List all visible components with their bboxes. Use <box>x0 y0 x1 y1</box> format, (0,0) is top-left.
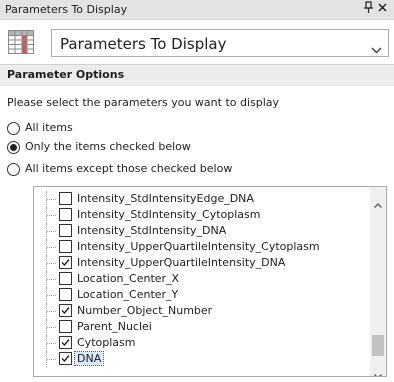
chevron-down-icon[interactable] <box>371 39 382 58</box>
list-item[interactable]: Intensity_UpperQuartileIntensity_Cytopla… <box>34 239 370 255</box>
radio-label: All items <box>25 121 73 134</box>
pin-icon[interactable] <box>363 1 374 15</box>
tree-connector <box>46 207 59 223</box>
item-label: Location_Center_Y <box>77 288 179 301</box>
parameter-list[interactable]: Intensity_StdIntensityEdge_DNA Intensity… <box>33 186 387 377</box>
section-title: Parameter Options <box>7 68 125 81</box>
list-item[interactable]: Location_Center_Y <box>34 287 370 303</box>
scroll-up-icon[interactable] <box>374 193 382 212</box>
checkbox[interactable] <box>59 240 72 253</box>
close-icon[interactable] <box>377 1 388 15</box>
list-item[interactable]: Number_Object_Number <box>34 303 370 319</box>
tree-connector <box>46 271 59 287</box>
list-item[interactable]: Location_Center_X <box>34 271 370 287</box>
checkbox[interactable] <box>59 352 72 365</box>
tree-connector <box>46 255 59 271</box>
list-item[interactable]: Parent_Nuclei <box>34 319 370 335</box>
item-label: DNA <box>73 351 105 366</box>
item-label: Parent_Nuclei <box>77 320 152 333</box>
item-label: Intensity_UpperQuartileIntensity_DNA <box>77 256 286 269</box>
check-icon <box>61 339 70 347</box>
list-item[interactable]: Intensity_UpperQuartileIntensity_DNA <box>34 255 370 271</box>
checkbox[interactable] <box>59 336 72 349</box>
grid-icon <box>8 30 34 54</box>
list-item-selected[interactable]: DNA <box>34 351 370 367</box>
tree-connector <box>46 287 59 303</box>
vertical-scrollbar[interactable] <box>370 187 386 376</box>
item-label: Location_Center_X <box>77 272 180 285</box>
radio-label: All items except those checked below <box>25 162 233 175</box>
instruction-text: Please select the parameters you want to… <box>7 96 280 109</box>
radio-circle[interactable] <box>7 141 20 154</box>
scroll-thumb[interactable] <box>372 335 384 356</box>
item-label: Intensity_StdIntensity_DNA <box>77 224 227 237</box>
checkbox[interactable] <box>59 192 72 205</box>
radio-circle[interactable] <box>7 122 20 135</box>
checkbox[interactable] <box>59 288 72 301</box>
tree-connector <box>46 303 59 319</box>
title-bar: Parameters To Display <box>0 0 394 20</box>
dropdown-value: Parameters To Display <box>60 35 227 53</box>
tree-connector <box>46 351 59 367</box>
checkbox[interactable] <box>59 224 72 237</box>
list-item[interactable]: Intensity_StdIntensityEdge_DNA <box>34 191 370 207</box>
tree-connector <box>46 335 59 351</box>
checkbox[interactable] <box>59 272 72 285</box>
check-icon <box>61 259 70 267</box>
section-header: Parameter Options <box>0 65 394 86</box>
tree-connector <box>46 239 59 255</box>
view-header: Parameters To Display <box>0 20 394 64</box>
check-icon <box>61 355 70 363</box>
window-title: Parameters To Display <box>5 3 128 16</box>
tree-connector <box>46 319 59 335</box>
checkbox[interactable] <box>59 208 72 221</box>
item-label: Intensity_StdIntensity_Cytoplasm <box>77 208 261 221</box>
tree-connector <box>46 223 59 239</box>
item-label: Intensity_StdIntensityEdge_DNA <box>77 192 254 205</box>
list-item[interactable]: Intensity_StdIntensity_DNA <box>34 223 370 239</box>
checkbox[interactable] <box>59 320 72 333</box>
check-icon <box>61 307 70 315</box>
radio-circle[interactable] <box>7 163 20 176</box>
tree-connector <box>46 191 59 207</box>
radio-label: Only the items checked below <box>25 140 191 153</box>
scroll-down-icon[interactable] <box>374 364 382 376</box>
item-label: Number_Object_Number <box>77 304 213 317</box>
checkbox[interactable] <box>59 256 72 269</box>
checkbox[interactable] <box>59 304 72 317</box>
item-label: Cytoplasm <box>77 336 136 349</box>
list-item[interactable]: Intensity_StdIntensity_Cytoplasm <box>34 207 370 223</box>
list-item[interactable]: Cytoplasm <box>34 335 370 351</box>
item-label: Intensity_UpperQuartileIntensity_Cytopla… <box>77 240 320 253</box>
parameters-dropdown[interactable]: Parameters To Display <box>51 29 389 57</box>
